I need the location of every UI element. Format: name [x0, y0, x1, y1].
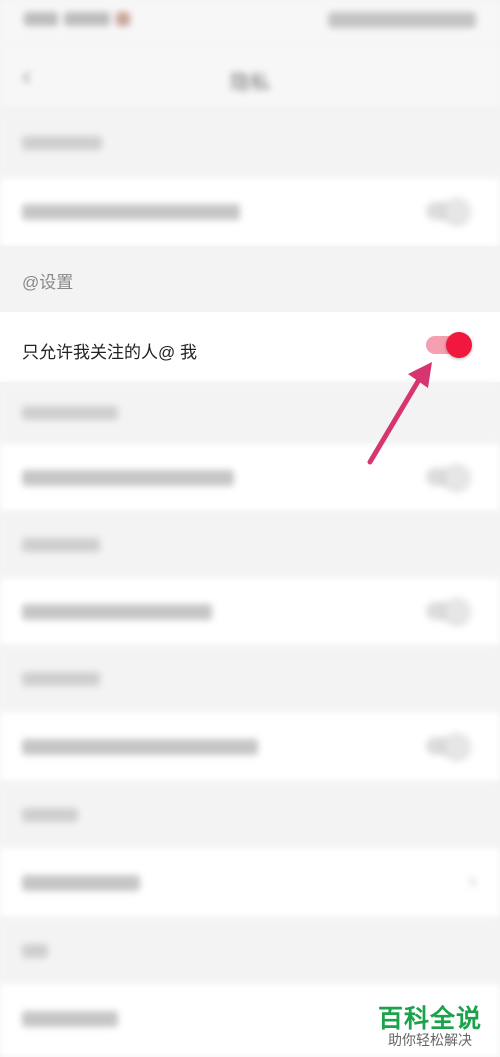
section-header-7 [0, 918, 500, 984]
section-header-placeholder [22, 808, 78, 822]
row-label-placeholder [22, 204, 240, 220]
section-header-1 [0, 112, 500, 178]
annotation-arrow-icon [367, 362, 432, 465]
section-header-placeholder [22, 136, 102, 150]
row-label: 只允许我关注的人@ 我 [22, 343, 197, 362]
settings-row-1[interactable] [0, 178, 500, 246]
status-left-indicators [24, 10, 144, 30]
toggle-switch-5[interactable] [426, 733, 470, 759]
watermark-subtitle: 助你轻松解决 [388, 1032, 472, 1048]
section-header-6 [0, 782, 500, 848]
row-label-placeholder [22, 875, 140, 891]
status-bar [0, 0, 500, 44]
section-header-5 [0, 646, 500, 712]
toggle-switch-at[interactable] [426, 332, 472, 358]
nav-bar: ‹ 隐私 [0, 44, 500, 108]
section-header-4 [0, 512, 500, 578]
row-label-placeholder [22, 604, 212, 620]
section-header-placeholder [22, 672, 100, 686]
row-label-placeholder [22, 470, 234, 486]
section-header-at-settings: @设置 [0, 246, 500, 312]
notification-icon [116, 11, 130, 26]
chevron-right-icon: › [469, 870, 476, 892]
section-header-placeholder [22, 538, 100, 552]
toggle-switch-4[interactable] [426, 598, 470, 624]
section-header-label: @设置 [22, 273, 74, 292]
carrier-indicator [24, 11, 58, 26]
toggle-switch-1[interactable] [426, 198, 470, 224]
row-label-placeholder [22, 739, 258, 755]
settings-row-6[interactable]: › [0, 848, 500, 918]
settings-row-5[interactable] [0, 712, 500, 782]
section-header-placeholder [22, 406, 118, 420]
section-header-placeholder [22, 944, 48, 958]
watermark-logo: 百科全说 助你轻松解决 [374, 999, 486, 1049]
status-right-indicators [328, 12, 476, 28]
settings-row-4[interactable] [0, 578, 500, 646]
page-title: 隐私 [230, 72, 270, 94]
row-label-placeholder [22, 1011, 118, 1027]
signal-indicator [64, 11, 110, 26]
